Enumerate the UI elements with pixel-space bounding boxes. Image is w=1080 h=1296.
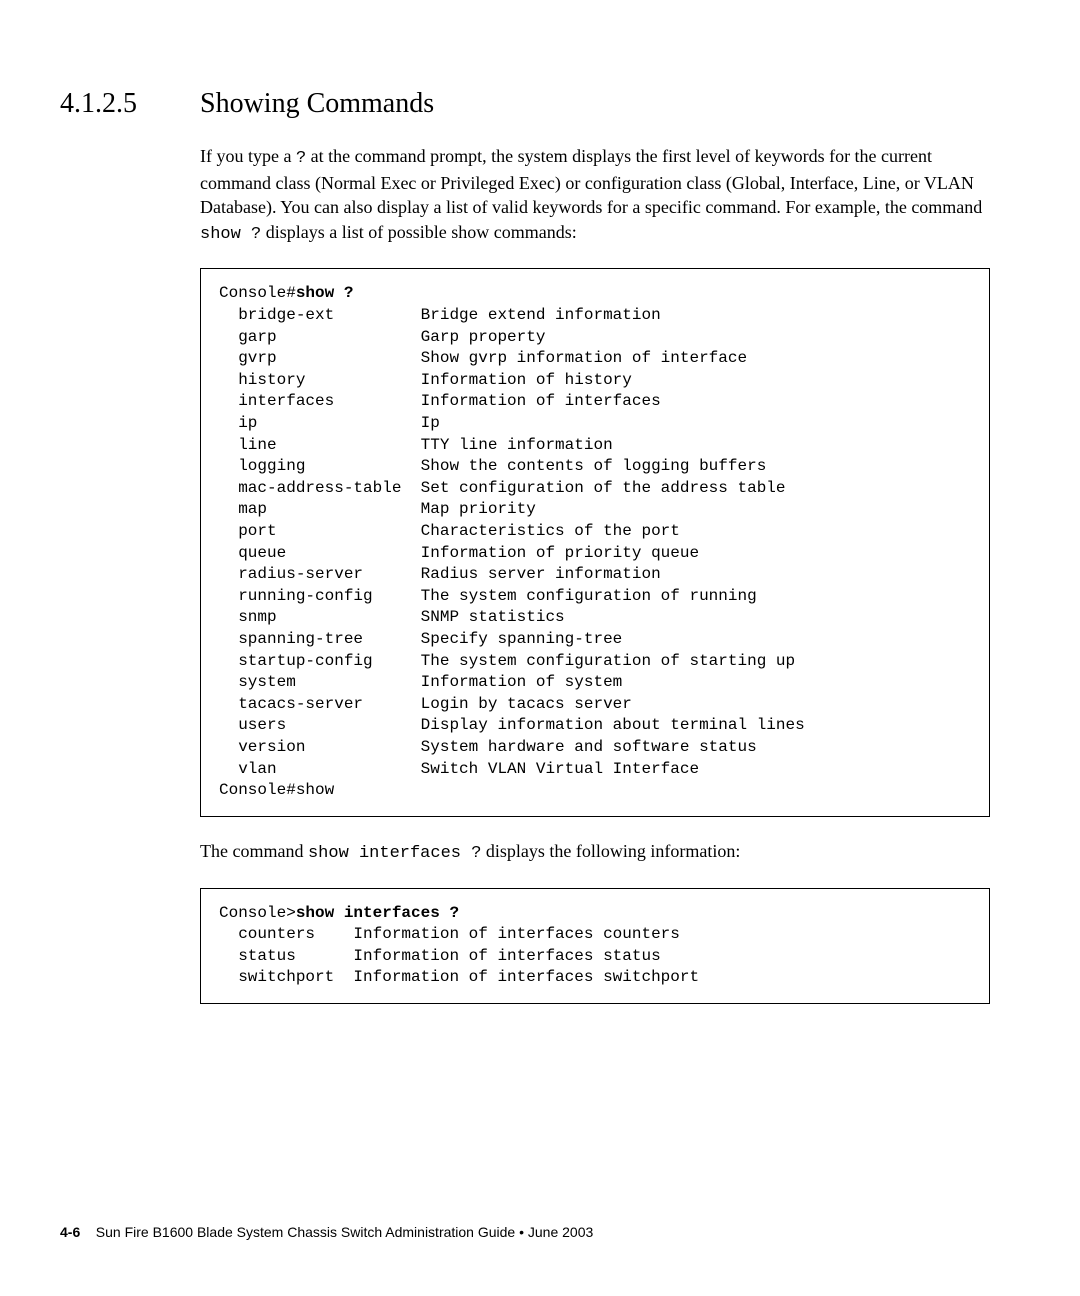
inline-command: show interfaces ?	[308, 844, 481, 863]
code-block-show-interfaces: Console>show interfaces ? counters Infor…	[200, 888, 990, 1004]
section-number: 4.1.2.5	[60, 88, 200, 120]
text-fragment: displays the following information:	[481, 841, 740, 861]
inline-command: show ?	[200, 225, 261, 244]
text-fragment: The command	[200, 841, 308, 861]
text-fragment: at the command prompt, the system displa…	[200, 146, 982, 217]
section-title: Showing Commands	[200, 88, 434, 120]
text-fragment: displays a list of possible show command…	[261, 222, 576, 242]
mid-paragraph: The command show interfaces ? displays t…	[200, 839, 990, 866]
footer-text: Sun Fire B1600 Blade System Chassis Swit…	[96, 1224, 594, 1240]
page: 4.1.2.5 Showing Commands If you type a ?…	[0, 0, 1080, 1296]
question-mark-literal: ?	[296, 149, 306, 168]
text-fragment: If you type a	[200, 146, 296, 166]
section-heading: 4.1.2.5 Showing Commands	[60, 88, 990, 120]
page-footer: 4-6 Sun Fire B1600 Blade System Chassis …	[60, 1224, 593, 1240]
page-number: 4-6	[60, 1224, 80, 1240]
intro-paragraph: If you type a ? at the command prompt, t…	[200, 144, 990, 246]
code-block-show: Console#show ? bridge-ext Bridge extend …	[200, 268, 990, 816]
